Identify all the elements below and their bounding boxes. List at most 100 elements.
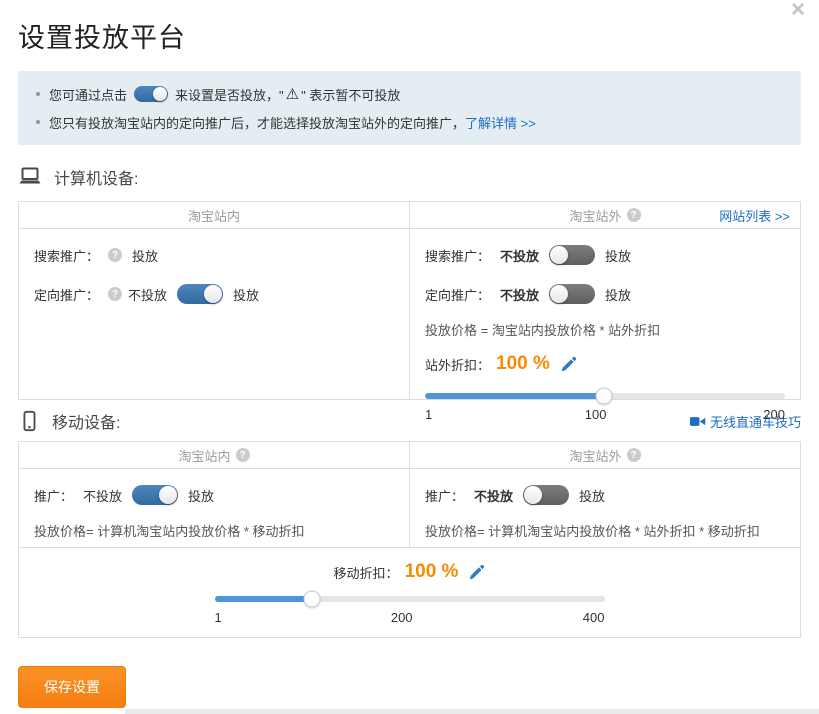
mobile-offsite-promo-row: 推广： 不投放 投放 [425,483,785,507]
offsite-slider-labels: 1 100 200 [425,407,785,422]
mobile-onsite-promo-toggle[interactable] [132,485,178,505]
toggle-knob[interactable] [550,285,568,303]
mobile-onsite-promo-row: 推广： 不投放 投放 [34,483,394,507]
notice-line-2: 您只有投放淘宝站内的定向推广后，才能选择投放淘宝站外的定向推广， 了解详情 >> [32,108,787,136]
mobile-section-title: 移动设备: [52,409,120,433]
slider-max-label: 400 [583,610,605,625]
target-promo-label: 定向推广： [425,285,490,304]
mobile-discount-label: 移动折扣： [334,563,399,582]
page-title: 设置投放平台 [18,16,801,55]
computer-offsite-header: 淘宝站外 ? 网站列表 >> [410,202,800,229]
toggle-off-label: 不投放 [128,285,167,304]
toggle-example [134,86,168,102]
offsite-price-formula: 投放价格 = 淘宝站内投放价格 * 站外折扣 [425,321,785,341]
save-settings-button[interactable]: 保存设置 [18,666,126,708]
mobile-offsite-column: 淘宝站外 ? 推广： 不投放 投放 投放价格= 计算机淘宝站内投放价格 * 站外… [410,442,800,547]
toggle-knob [153,87,167,101]
computer-onsite-target-toggle[interactable] [177,284,223,304]
notice-text: 来设置是否投放，" [175,85,284,104]
computer-offsite-search-row: 搜索推广： 不投放 投放 [425,243,785,267]
slider-min-label: 1 [425,407,432,422]
mobile-slider-labels: 1 200 400 [215,610,605,625]
help-icon[interactable]: ? [627,448,641,462]
warning-icon: ⚠ [286,85,299,103]
toggle-off-label: 不投放 [83,486,122,505]
notice-line-1: 您可通过点击 来设置是否投放，" ⚠ " 表示暂不可投放 [32,80,787,108]
search-promo-label: 搜索推广： [425,246,490,265]
bullet-icon [36,120,40,124]
computer-offsite-column: 淘宝站外 ? 网站列表 >> 搜索推广： 不投放 投放 定向推广： 不投放 投放… [410,202,800,399]
mobile-onsite-header: 淘宝站内 ? [19,442,409,469]
toggle-knob[interactable] [204,285,222,303]
mobile-phone-icon [18,409,40,433]
mobile-offsite-price-formula: 投放价格= 计算机淘宝站内投放价格 * 站外折扣 * 移动折扣 [425,522,785,542]
help-icon[interactable]: ? [627,208,641,222]
slider-mid-label: 100 [585,407,607,422]
search-promo-label: 搜索推广： [34,246,99,265]
computer-onsite-column: 淘宝站内 搜索推广： ? 投放 定向推广： ? 不投放 投放 [19,202,410,399]
slider-fill [215,596,312,602]
edit-pencil-icon[interactable] [560,356,577,373]
bullet-icon [36,92,40,96]
mobile-discount-slider-wrap: 1 200 400 [215,596,605,625]
slider-mid-label: 200 [391,610,413,625]
column-header-label: 淘宝站内 [178,446,230,465]
promo-label: 推广： [425,486,464,505]
mobile-onsite-column: 淘宝站内 ? 推广： 不投放 投放 投放价格= 计算机淘宝站内投放价格 * 移动… [19,442,410,547]
computer-onsite-header: 淘宝站内 [19,202,409,229]
mobile-discount-inner: 移动折扣： 100 % [19,559,800,585]
search-promo-status: 投放 [132,246,158,265]
computer-table: 淘宝站内 搜索推广： ? 投放 定向推广： ? 不投放 投放 [18,201,801,400]
offsite-discount-slider[interactable] [425,393,785,399]
computer-section-header: 计算机设备: [18,165,801,189]
promo-label: 推广： [34,486,73,505]
toggle-on-label: 投放 [605,285,631,304]
help-icon[interactable]: ? [108,287,122,301]
column-header-label: 淘宝站外 [569,446,621,465]
toggle-on-label: 投放 [188,486,214,505]
computer-onsite-target-row: 定向推广： ? 不投放 投放 [34,282,394,306]
toggle-off-label: 不投放 [500,246,539,265]
mobile-offsite-header: 淘宝站外 ? [410,442,800,469]
computer-offsite-search-toggle[interactable] [549,245,595,265]
mobile-offsite-promo-toggle[interactable] [523,485,569,505]
column-header-label: 淘宝站内 [188,206,240,225]
computer-onsite-search-row: 搜索推广： ? 投放 [34,243,394,267]
toggle-knob[interactable] [524,486,542,504]
toggle-on-label: 投放 [605,246,631,265]
toggle-on-label: 投放 [233,285,259,304]
toggle-off-label: 不投放 [474,486,513,505]
mobile-discount-row: 移动折扣： 100 % 1 200 400 [18,547,801,638]
edit-pencil-icon[interactable] [468,564,485,581]
site-list-link[interactable]: 网站列表 >> [719,206,790,225]
help-icon[interactable]: ? [236,448,250,462]
computer-offsite-target-toggle[interactable] [549,284,595,304]
learn-more-link[interactable]: 了解详情 >> [465,113,536,132]
toggle-off-label: 不投放 [500,285,539,304]
notice-text: 您可通过点击 [49,85,127,104]
column-header-label: 淘宝站外 [569,206,621,225]
toggle-knob[interactable] [159,486,177,504]
mobile-discount-value: 100 % [405,561,459,583]
offsite-discount-value: 100 % [496,353,550,375]
computer-icon [18,165,42,189]
toggle-on-label: 投放 [579,486,605,505]
mobile-onsite-price-formula: 投放价格= 计算机淘宝站内投放价格 * 移动折扣 [34,522,394,542]
slider-fill [425,393,604,399]
offsite-discount-label: 站外折扣： [425,355,490,374]
slider-handle[interactable] [303,591,320,608]
computer-section-title: 计算机设备: [54,165,138,189]
offsite-discount-row: 站外折扣： 100 % [425,351,785,377]
slider-min-label: 1 [215,610,222,625]
set-launch-platform-dialog: × 设置投放平台 您可通过点击 来设置是否投放，" ⚠ " 表示暂不可投放 您只… [0,0,819,714]
target-promo-label: 定向推广： [34,285,99,304]
notice-text: 您只有投放淘宝站内的定向推广后，才能选择投放淘宝站外的定向推广， [49,113,465,132]
mobile-discount-slider[interactable] [215,596,605,602]
close-icon[interactable]: × [791,0,805,22]
toggle-knob[interactable] [550,246,568,264]
offsite-discount-slider-wrap: 1 100 200 [425,393,785,422]
slider-handle[interactable] [595,388,612,405]
help-icon[interactable]: ? [108,248,122,262]
computer-offsite-target-row: 定向推广： 不投放 投放 [425,282,785,306]
page-edge-strip [125,709,819,714]
